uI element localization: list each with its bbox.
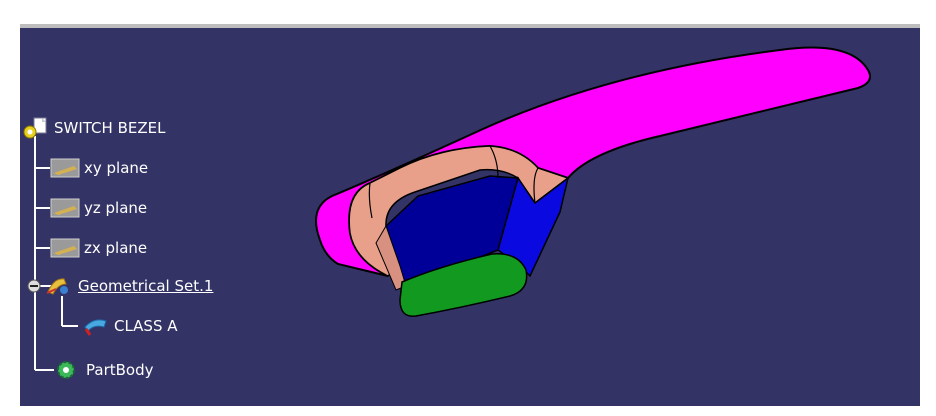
tree-node-switch-bezel[interactable]: SWITCH BEZEL: [20, 116, 165, 140]
plane-icon: [50, 237, 80, 259]
window-top-bar: [0, 0, 936, 24]
tree-label-root: SWITCH BEZEL: [54, 119, 166, 137]
part-document-icon: [20, 117, 50, 139]
3d-viewport[interactable]: SWITCH BEZEL xy plane yz plane zx plane …: [20, 28, 920, 406]
tree-node-class-a[interactable]: CLASS A: [80, 314, 178, 338]
gear-body-icon: [52, 359, 82, 381]
tree-node-yz-plane[interactable]: yz plane: [50, 196, 147, 220]
minus-node-icon[interactable]: [24, 275, 44, 297]
plane-icon: [50, 157, 80, 179]
tree-node-xy-plane[interactable]: xy plane: [50, 156, 148, 180]
specification-tree: SWITCH BEZEL xy plane yz plane zx plane …: [20, 28, 320, 406]
geometrical-set-icon: [44, 275, 74, 297]
tree-node-zx-plane[interactable]: zx plane: [50, 236, 147, 260]
switch-bezel-3d-model[interactable]: [290, 28, 920, 406]
plane-icon: [50, 197, 80, 219]
surface-icon: [80, 315, 110, 337]
tree-node-geometrical-set[interactable]: Geometrical Set.1: [24, 274, 213, 298]
tree-node-partbody[interactable]: PartBody: [52, 358, 153, 382]
